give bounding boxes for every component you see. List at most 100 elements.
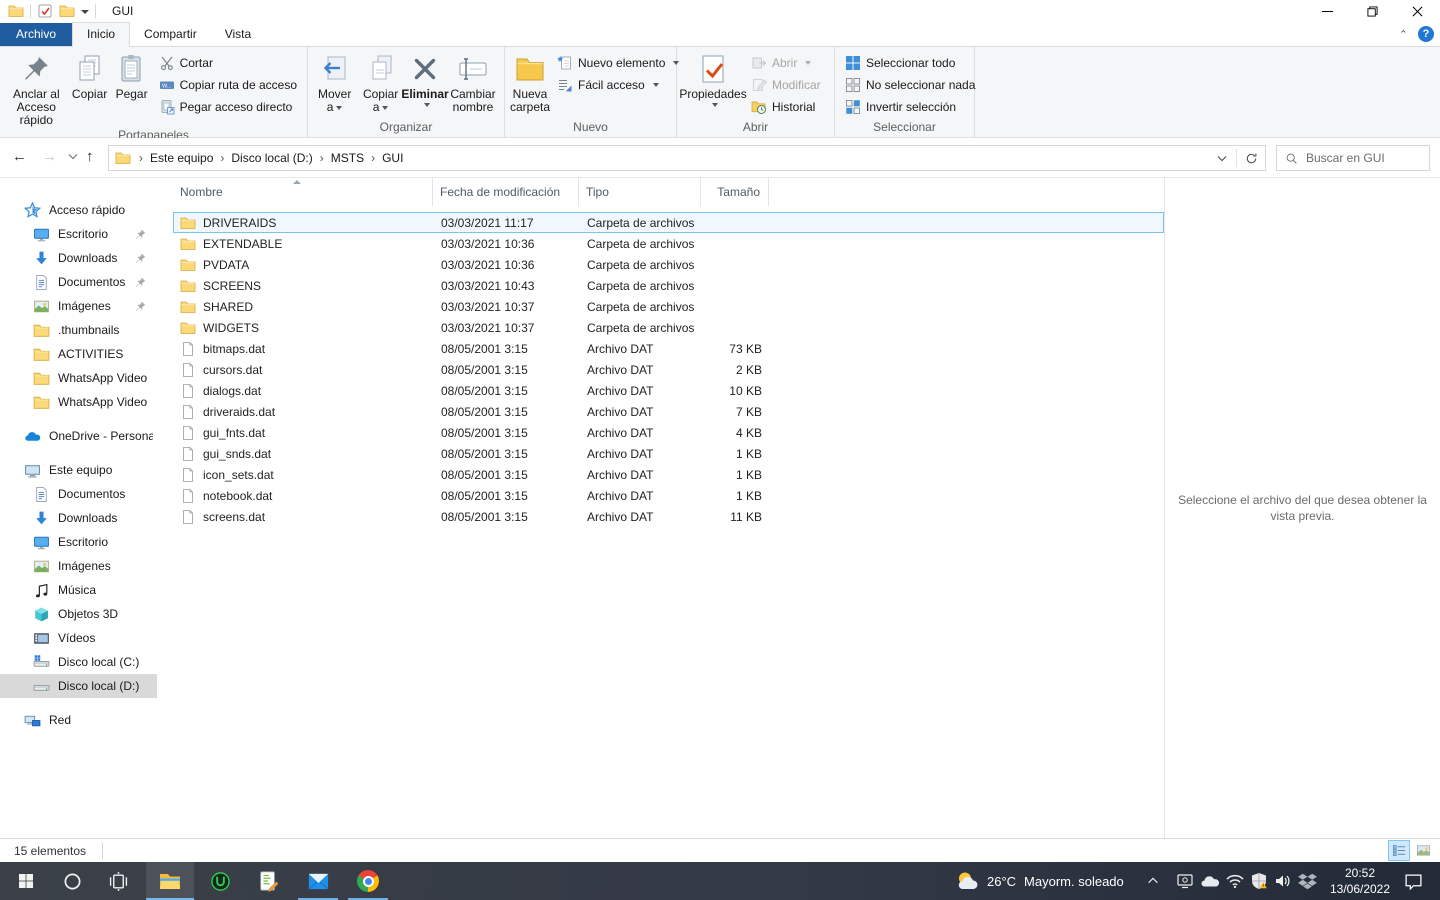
editor-app-taskbar-button[interactable] <box>244 862 292 900</box>
search-box[interactable] <box>1276 145 1430 171</box>
history-dropdown-icon[interactable] <box>68 153 78 160</box>
start-button[interactable] <box>2 862 50 900</box>
address-dropdown-button[interactable] <box>1208 146 1236 170</box>
file-row-cursors-dat[interactable]: cursors.dat08/05/2001 3:15Archivo DAT2 K… <box>173 359 1164 380</box>
back-button[interactable]: ← <box>12 147 27 167</box>
sidebar-item-activities[interactable]: ACTIVITIES <box>0 342 157 366</box>
tab-vista[interactable]: Vista <box>211 23 265 46</box>
new-folder-qat-icon[interactable] <box>59 3 75 19</box>
file-row-notebook-dat[interactable]: notebook.dat08/05/2001 3:15Archivo DAT1 … <box>173 485 1164 506</box>
sidebar-item-onedrive-personal[interactable]: OneDrive - Personal <box>0 424 157 448</box>
column-header-fecha[interactable]: Fecha de modificación <box>433 178 579 206</box>
sidebar-item-disco-local-c[interactable]: Disco local (C:) <box>0 650 157 674</box>
close-button[interactable] <box>1395 0 1440 22</box>
cut-button[interactable]: Cortar <box>153 52 303 74</box>
sidebar-item-m-sica[interactable]: Música <box>0 578 157 602</box>
properties-button[interactable]: Propiedades <box>681 50 745 107</box>
tray-volume-button[interactable] <box>1274 862 1292 900</box>
sidebar-item-thumbnails[interactable]: .thumbnails <box>0 318 157 342</box>
new-folder-button[interactable]: Nueva carpeta <box>509 50 551 114</box>
notification-center-button[interactable] <box>1404 862 1423 900</box>
sidebar-item-escritorio[interactable]: Escritorio <box>0 530 157 554</box>
open-button[interactable]: Abrir <box>745 52 827 74</box>
file-row-driveraids[interactable]: DRIVERAIDS03/03/2021 11:17Carpeta de arc… <box>173 212 1164 233</box>
copy-to-button[interactable]: Copiar a <box>357 50 404 114</box>
tray-connect-button[interactable] <box>1176 862 1194 900</box>
sidebar-item-red[interactable]: Red <box>0 708 157 732</box>
file-row-screens-dat[interactable]: screens.dat08/05/2001 3:15Archivo DAT11 … <box>173 506 1164 527</box>
taskbar-clock[interactable]: 20:52 13/06/2022 <box>1320 865 1400 897</box>
sidebar-item-disco-local-d[interactable]: Disco local (D:) <box>0 674 157 698</box>
restore-button[interactable] <box>1350 0 1395 22</box>
mail-taskbar-button[interactable] <box>294 862 342 900</box>
file-row-icon-sets-dat[interactable]: icon_sets.dat08/05/2001 3:15Archivo DAT1… <box>173 464 1164 485</box>
new-item-button[interactable]: Nuevo elemento <box>551 52 685 74</box>
sidebar-item-documentos[interactable]: Documentos <box>0 270 157 294</box>
task-view-button[interactable] <box>94 862 142 900</box>
edit-button[interactable]: Modificar <box>745 74 827 96</box>
column-header-nombre[interactable]: Nombre <box>173 178 433 206</box>
copy-path-button[interactable]: W... Copiar ruta de acceso <box>153 74 303 96</box>
select-none-button[interactable]: No seleccionar nada <box>839 74 981 96</box>
column-header-tamano[interactable]: Tamaño <box>701 178 769 206</box>
file-row-screens[interactable]: SCREENS03/03/2021 10:43Carpeta de archiv… <box>173 275 1164 296</box>
delete-button[interactable]: Eliminar <box>404 50 446 107</box>
file-row-widgets[interactable]: WIDGETS03/03/2021 10:37Carpeta de archiv… <box>173 317 1164 338</box>
breadcrumb-item-msts[interactable]: MSTS <box>330 151 365 165</box>
file-row-extendable[interactable]: EXTENDABLE03/03/2021 10:36Carpeta de arc… <box>173 233 1164 254</box>
collapse-ribbon-icon[interactable]: ⌃ <box>1399 28 1408 41</box>
file-row-gui-snds-dat[interactable]: gui_snds.dat08/05/2001 3:15Archivo DAT1 … <box>173 443 1164 464</box>
column-header-tipo[interactable]: Tipo <box>579 178 701 206</box>
easy-access-button[interactable]: Fácil acceso <box>551 74 685 96</box>
thumbnails-view-button[interactable] <box>1412 840 1434 861</box>
iobit-uninstaller-taskbar-button[interactable] <box>196 862 244 900</box>
up-button[interactable]: ↑ <box>86 147 94 167</box>
sidebar-item-downloads[interactable]: Downloads <box>0 246 157 270</box>
details-view-button[interactable] <box>1388 840 1410 861</box>
file-row-driveraids-dat[interactable]: driveraids.dat08/05/2001 3:15Archivo DAT… <box>173 401 1164 422</box>
sidebar-item-este-equipo[interactable]: Este equipo <box>0 458 157 482</box>
paste-shortcut-button[interactable]: Pegar acceso directo <box>153 96 303 118</box>
sidebar-item-im-genes[interactable]: Imágenes <box>0 554 157 578</box>
minimize-button[interactable] <box>1305 0 1350 22</box>
pin-quick-access-button[interactable]: Anclar al Acceso rápido <box>4 50 69 127</box>
chrome-taskbar-button[interactable] <box>344 862 392 900</box>
copy-button[interactable]: Copiar <box>69 50 111 101</box>
tab-inicio[interactable]: Inicio <box>72 22 130 47</box>
tab-archivo[interactable]: Archivo <box>0 23 72 46</box>
sidebar-item-v-deos[interactable]: Vídeos <box>0 626 157 650</box>
file-row-bitmaps-dat[interactable]: bitmaps.dat08/05/2001 3:15Archivo DAT73 … <box>173 338 1164 359</box>
file-explorer-taskbar-button[interactable] <box>146 862 194 900</box>
properties-check-icon[interactable] <box>37 3 53 19</box>
sidebar-item-whatsapp-video[interactable]: WhatsApp Video <box>0 390 157 414</box>
sidebar-item-objetos-3d[interactable]: Objetos 3D <box>0 602 157 626</box>
sidebar-item-im-genes[interactable]: Imágenes <box>0 294 157 318</box>
sidebar-item-documentos[interactable]: Documentos <box>0 482 157 506</box>
qat-dropdown-icon[interactable] <box>81 10 89 14</box>
cortana-button[interactable] <box>48 862 96 900</box>
search-input[interactable] <box>1306 151 1416 165</box>
tray-chevron-button[interactable] <box>1146 862 1160 900</box>
tray-wifi-button[interactable] <box>1226 862 1244 900</box>
breadcrumb-box[interactable]: ›Este equipo›Disco local (D:)›MSTS›GUI <box>108 145 1266 171</box>
help-icon[interactable]: ? <box>1418 26 1434 42</box>
rename-button[interactable]: Cambiar nombre <box>446 50 500 114</box>
breadcrumb-item-disco-local-d[interactable]: Disco local (D:) <box>230 151 313 165</box>
move-to-button[interactable]: Mover a <box>312 50 357 114</box>
refresh-button[interactable] <box>1237 146 1265 170</box>
breadcrumb-item-este-equipo[interactable]: Este equipo <box>149 151 214 165</box>
tray-security-button[interactable] <box>1250 862 1268 900</box>
file-row-dialogs-dat[interactable]: dialogs.dat08/05/2001 3:15Archivo DAT10 … <box>173 380 1164 401</box>
tray-dropbox-button[interactable] <box>1298 862 1317 900</box>
file-row-gui-fnts-dat[interactable]: gui_fnts.dat08/05/2001 3:15Archivo DAT4 … <box>173 422 1164 443</box>
invert-selection-button[interactable]: Invertir selección <box>839 96 981 118</box>
sidebar-item-acceso-r-pido[interactable]: Acceso rápido <box>0 198 157 222</box>
file-row-pvdata[interactable]: PVDATA03/03/2021 10:36Carpeta de archivo… <box>173 254 1164 275</box>
tab-compartir[interactable]: Compartir <box>130 23 211 46</box>
breadcrumb-item-gui[interactable]: GUI <box>381 151 404 165</box>
history-button[interactable]: Historial <box>745 96 827 118</box>
sidebar-item-escritorio[interactable]: Escritorio <box>0 222 157 246</box>
select-all-button[interactable]: Seleccionar todo <box>839 52 981 74</box>
forward-button[interactable]: → <box>42 147 57 167</box>
tray-onedrive-button[interactable] <box>1200 862 1220 900</box>
